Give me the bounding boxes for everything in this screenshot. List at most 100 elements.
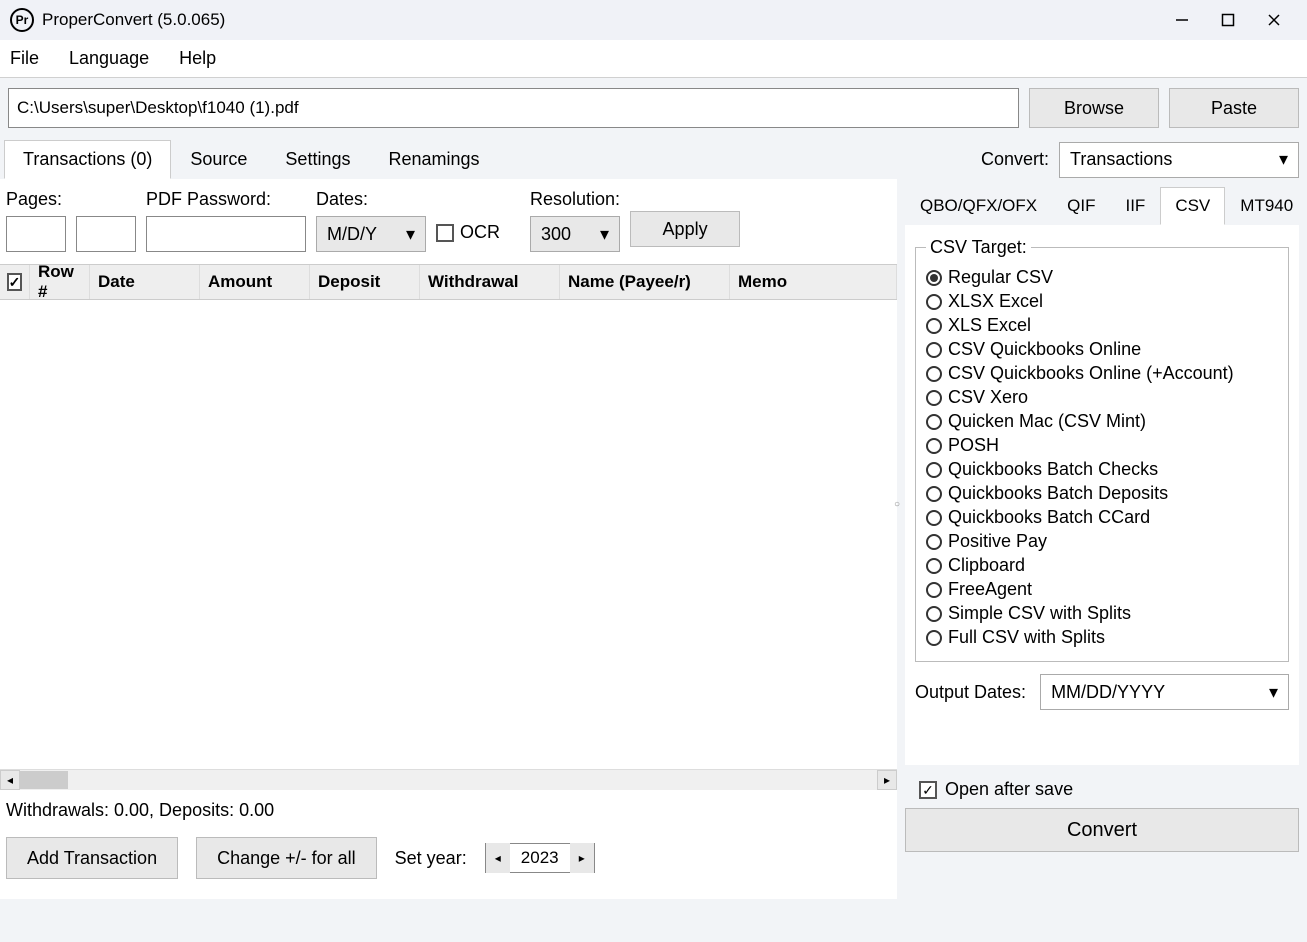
horizontal-scrollbar[interactable]: ◂ ▸	[0, 770, 897, 790]
col-row[interactable]: Row #	[30, 265, 90, 299]
file-path-input[interactable]	[8, 88, 1019, 128]
csv-target-label: CSV Quickbooks Online (+Account)	[948, 363, 1234, 384]
csv-target-label: Clipboard	[948, 555, 1025, 576]
csv-target-option[interactable]: CSV Xero	[926, 387, 1278, 408]
year-decrease[interactable]: ◂	[486, 843, 510, 873]
radio-icon[interactable]	[926, 438, 942, 454]
paste-button[interactable]: Paste	[1169, 88, 1299, 128]
radio-icon[interactable]	[926, 270, 942, 286]
radio-icon[interactable]	[926, 630, 942, 646]
menu-file[interactable]: File	[10, 48, 39, 69]
resolution-select[interactable]: 300 ▾	[530, 216, 620, 252]
browse-button[interactable]: Browse	[1029, 88, 1159, 128]
csv-target-option[interactable]: FreeAgent	[926, 579, 1278, 600]
csv-target-option[interactable]: Quickbooks Batch CCard	[926, 507, 1278, 528]
col-date[interactable]: Date	[90, 265, 200, 299]
menu-language[interactable]: Language	[69, 48, 149, 69]
tab-renamings[interactable]: Renamings	[369, 140, 498, 179]
radio-icon[interactable]	[926, 558, 942, 574]
ocr-control: OCR	[436, 213, 500, 252]
change-sign-button[interactable]: Change +/- for all	[196, 837, 377, 879]
csv-target-label: Quickbooks Batch CCard	[948, 507, 1150, 528]
radio-icon[interactable]	[926, 366, 942, 382]
format-tab-qif[interactable]: QIF	[1052, 187, 1110, 225]
pdf-password-input[interactable]	[146, 216, 306, 252]
open-after-save-label: Open after save	[945, 779, 1073, 800]
radio-icon[interactable]	[926, 606, 942, 622]
dates-select[interactable]: M/D/Y ▾	[316, 216, 426, 252]
scroll-right-arrow[interactable]: ▸	[877, 770, 897, 790]
radio-icon[interactable]	[926, 486, 942, 502]
radio-icon[interactable]	[926, 318, 942, 334]
col-amount[interactable]: Amount	[200, 265, 310, 299]
output-dates-row: Output Dates: MM/DD/YYYY ▾	[915, 674, 1289, 710]
csv-target-option[interactable]: XLS Excel	[926, 315, 1278, 336]
csv-target-label: Quicken Mac (CSV Mint)	[948, 411, 1146, 432]
pages-from-input[interactable]	[6, 216, 66, 252]
csv-target-option[interactable]: CSV Quickbooks Online	[926, 339, 1278, 360]
csv-target-option[interactable]: Positive Pay	[926, 531, 1278, 552]
csv-target-label: Quickbooks Batch Deposits	[948, 483, 1168, 504]
select-all-checkbox[interactable]	[7, 273, 23, 291]
csv-target-option[interactable]: Simple CSV with Splits	[926, 603, 1278, 624]
menu-help[interactable]: Help	[179, 48, 216, 69]
minimize-button[interactable]	[1159, 4, 1205, 36]
format-tab-qbo[interactable]: QBO/QFX/OFX	[905, 187, 1052, 225]
csv-target-label: Simple CSV with Splits	[948, 603, 1131, 624]
add-transaction-button[interactable]: Add Transaction	[6, 837, 178, 879]
format-tab-csv[interactable]: CSV	[1160, 187, 1225, 225]
radio-icon[interactable]	[926, 462, 942, 478]
convert-select-value: Transactions	[1070, 149, 1172, 170]
radio-icon[interactable]	[926, 534, 942, 550]
radio-icon[interactable]	[926, 510, 942, 526]
pages-label: Pages:	[6, 189, 136, 210]
radio-icon[interactable]	[926, 342, 942, 358]
csv-target-option[interactable]: CSV Quickbooks Online (+Account)	[926, 363, 1278, 384]
maximize-button[interactable]	[1205, 4, 1251, 36]
output-dates-select[interactable]: MM/DD/YYYY ▾	[1040, 674, 1289, 710]
csv-target-label: POSH	[948, 435, 999, 456]
pages-to-input[interactable]	[76, 216, 136, 252]
select-all-header[interactable]	[0, 265, 30, 299]
table-body[interactable]	[0, 300, 897, 770]
pdf-password-label: PDF Password:	[146, 189, 306, 210]
tab-transactions[interactable]: Transactions (0)	[4, 140, 171, 179]
col-deposit[interactable]: Deposit	[310, 265, 420, 299]
convert-button[interactable]: Convert	[905, 808, 1299, 852]
close-button[interactable]	[1251, 4, 1297, 36]
convert-label: Convert:	[981, 149, 1049, 170]
ocr-checkbox[interactable]	[436, 224, 454, 242]
convert-select[interactable]: Transactions ▾	[1059, 142, 1299, 178]
tab-settings[interactable]: Settings	[266, 140, 369, 179]
csv-target-option[interactable]: Regular CSV	[926, 267, 1278, 288]
csv-target-option[interactable]: POSH	[926, 435, 1278, 456]
radio-icon[interactable]	[926, 294, 942, 310]
csv-target-option[interactable]: Quickbooks Batch Checks	[926, 459, 1278, 480]
radio-icon[interactable]	[926, 414, 942, 430]
year-spinner[interactable]: ◂ 2023 ▸	[485, 843, 595, 873]
col-withdrawal[interactable]: Withdrawal	[420, 265, 560, 299]
radio-icon[interactable]	[926, 390, 942, 406]
csv-target-option[interactable]: Clipboard	[926, 555, 1278, 576]
left-panel: Pages: PDF Password: Dates: M/D/Y ▾ OC	[0, 179, 897, 899]
splitter-handle-icon[interactable]: ○	[894, 499, 902, 515]
year-value: 2023	[510, 848, 570, 868]
apply-button[interactable]: Apply	[630, 211, 740, 247]
radio-icon[interactable]	[926, 582, 942, 598]
scroll-left-arrow[interactable]: ◂	[0, 770, 20, 790]
csv-target-label: XLSX Excel	[948, 291, 1043, 312]
csv-target-option[interactable]: Full CSV with Splits	[926, 627, 1278, 648]
format-tab-iif[interactable]: IIF	[1110, 187, 1160, 225]
csv-target-option[interactable]: Quickbooks Batch Deposits	[926, 483, 1278, 504]
totals-summary: Withdrawals: 0.00, Deposits: 0.00	[0, 790, 897, 831]
file-toolbar: Browse Paste	[0, 78, 1307, 134]
format-tab-mt940[interactable]: MT940	[1225, 187, 1307, 225]
year-increase[interactable]: ▸	[570, 843, 594, 873]
scroll-thumb[interactable]	[20, 771, 68, 789]
open-after-save-checkbox[interactable]	[919, 781, 937, 799]
col-name[interactable]: Name (Payee/r)	[560, 265, 730, 299]
csv-target-option[interactable]: XLSX Excel	[926, 291, 1278, 312]
col-memo[interactable]: Memo	[730, 265, 897, 299]
csv-target-option[interactable]: Quicken Mac (CSV Mint)	[926, 411, 1278, 432]
tab-source[interactable]: Source	[171, 140, 266, 179]
